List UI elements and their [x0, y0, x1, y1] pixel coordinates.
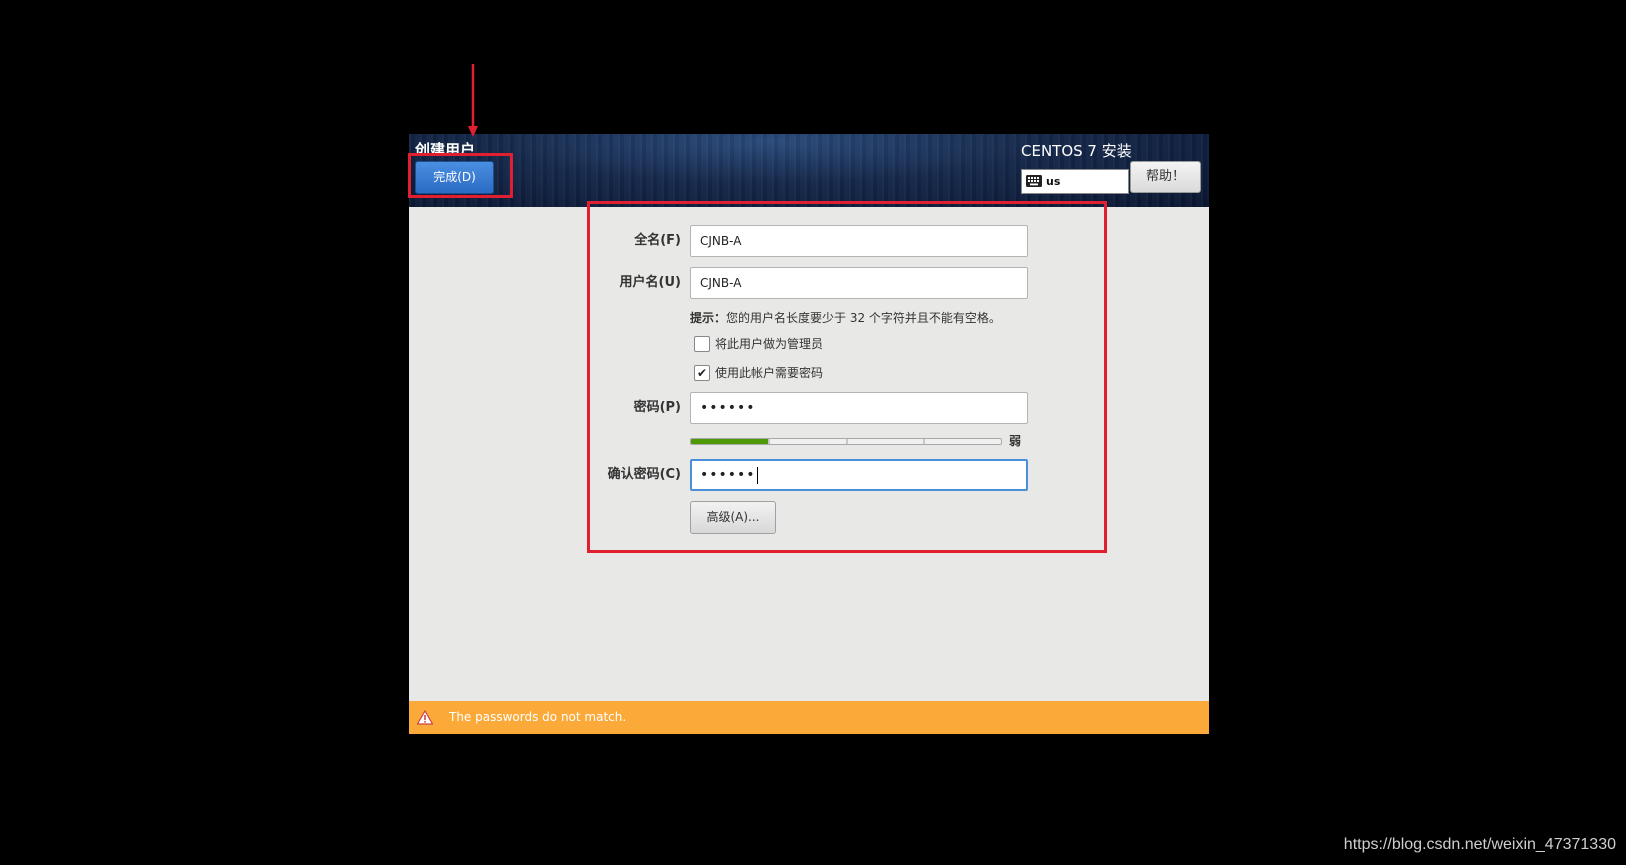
warning-message: The passwords do not match. [449, 710, 627, 724]
warning-bar[interactable]: The passwords do not match. [409, 701, 1209, 734]
watermark: https://blog.csdn.net/weixin_47371330 [1343, 836, 1616, 853]
annotation-box-form [587, 201, 1107, 553]
keyboard-icon [1026, 175, 1042, 187]
annotation-arrow-icon [468, 64, 478, 137]
warning-icon [417, 710, 433, 725]
install-title: CENTOS 7 安装 [1021, 142, 1132, 160]
help-button[interactable]: 帮助！ [1130, 161, 1201, 193]
header-bar: 创建用户 完成(D) CENTOS 7 安装 us 帮助！ [409, 134, 1209, 207]
keyboard-layout-indicator[interactable]: us [1021, 169, 1129, 194]
annotation-box-done [408, 153, 513, 198]
keyboard-layout-label: us [1046, 175, 1061, 188]
